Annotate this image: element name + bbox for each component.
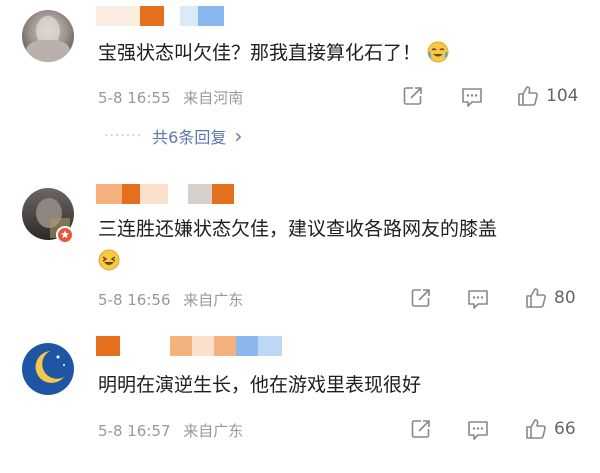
comment-text: 三连胜还嫌状态欠佳，建议查收各路网友的膝盖	[98, 218, 498, 240]
comment-date: 5-8 16:56	[98, 291, 171, 309]
like-count: 104	[546, 86, 579, 106]
comment-meta: 5-8 16:56 来自广东	[98, 289, 243, 310]
like-button[interactable]: 80	[524, 286, 576, 310]
comment-text-line2	[98, 246, 120, 276]
share-button[interactable]	[410, 418, 432, 440]
share-icon	[411, 420, 430, 438]
thumbs-up-icon	[526, 419, 546, 439]
avatar[interactable]	[22, 343, 74, 395]
comment-button[interactable]	[460, 86, 484, 108]
comment-icon	[468, 290, 488, 309]
chevron-right-icon: ›	[234, 124, 243, 148]
crying-laughing-emoji	[427, 41, 449, 63]
comment-meta: 5-8 16:57 来自广东	[98, 420, 243, 441]
comment-button[interactable]	[466, 288, 490, 310]
comment-date: 5-8 16:57	[98, 422, 171, 440]
like-count: 66	[554, 419, 576, 439]
share-button[interactable]	[410, 287, 432, 309]
comment-date: 5-8 16:55	[98, 89, 171, 107]
view-replies-link[interactable]: ······· 共6条回复 ›	[104, 124, 242, 148]
comment-location: 来自广东	[183, 422, 244, 440]
comment-meta: 5-8 16:55 来自河南	[98, 87, 243, 108]
thumbs-up-icon	[518, 86, 538, 106]
replies-label: 共6条回复	[152, 128, 227, 147]
username-redacted[interactable]	[96, 184, 234, 204]
comment-icon	[462, 88, 482, 107]
username-redacted[interactable]	[96, 6, 224, 26]
like-count: 80	[554, 288, 576, 308]
comment-icon	[468, 421, 488, 440]
avatar[interactable]	[22, 10, 74, 62]
comment-text: 明明在演逆生长，他在游戏里表现很好	[98, 374, 422, 396]
like-button[interactable]: 66	[524, 417, 576, 441]
comment-location: 来自河南	[183, 89, 244, 107]
comment-text: 宝强状态叫欠佳？那我直接算化石了！	[98, 38, 449, 68]
share-icon	[403, 87, 422, 105]
replies-dots: ·······	[104, 128, 143, 144]
comment-button[interactable]	[466, 419, 490, 441]
laughing-emoji	[98, 249, 120, 271]
share-button[interactable]	[402, 85, 424, 107]
share-icon	[411, 289, 430, 307]
verified-badge-icon	[56, 226, 74, 244]
thumbs-up-icon	[526, 288, 546, 308]
username-redacted[interactable]	[96, 336, 282, 356]
comment-location: 来自广东	[183, 291, 244, 309]
like-button[interactable]: 104	[516, 84, 578, 108]
